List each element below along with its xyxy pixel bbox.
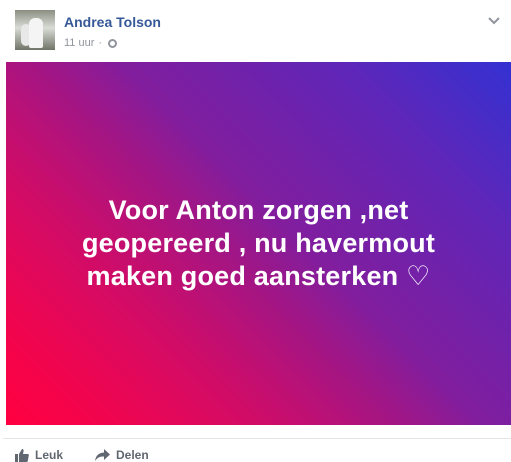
- thumbs-up-icon: [15, 448, 29, 462]
- status-background-banner: Voor Anton zorgen ,net geopereerd , nu h…: [6, 62, 511, 425]
- feed-post: Andrea Tolson 11 uur · Voor Anton zorgen…: [3, 0, 511, 462]
- share-label: Delen: [116, 448, 149, 462]
- post-actions-bar: Leuk Delen: [3, 438, 511, 462]
- share-arrow-icon: [95, 449, 110, 461]
- post-meta: 11 uur ·: [64, 37, 118, 49]
- post-author-name[interactable]: Andrea Tolson: [64, 14, 161, 30]
- globe-icon[interactable]: [108, 38, 118, 48]
- avatar[interactable]: [15, 10, 55, 50]
- avatar-figure: [29, 18, 43, 48]
- post-timestamp[interactable]: 11 uur: [64, 37, 94, 49]
- chevron-down-icon[interactable]: [487, 13, 501, 25]
- share-button[interactable]: Delen: [95, 448, 149, 462]
- status-text: Voor Anton zorgen ,net geopereerd , nu h…: [81, 195, 436, 291]
- like-label: Leuk: [35, 448, 64, 462]
- meta-separator: ·: [98, 37, 103, 49]
- like-button[interactable]: Leuk: [15, 448, 63, 462]
